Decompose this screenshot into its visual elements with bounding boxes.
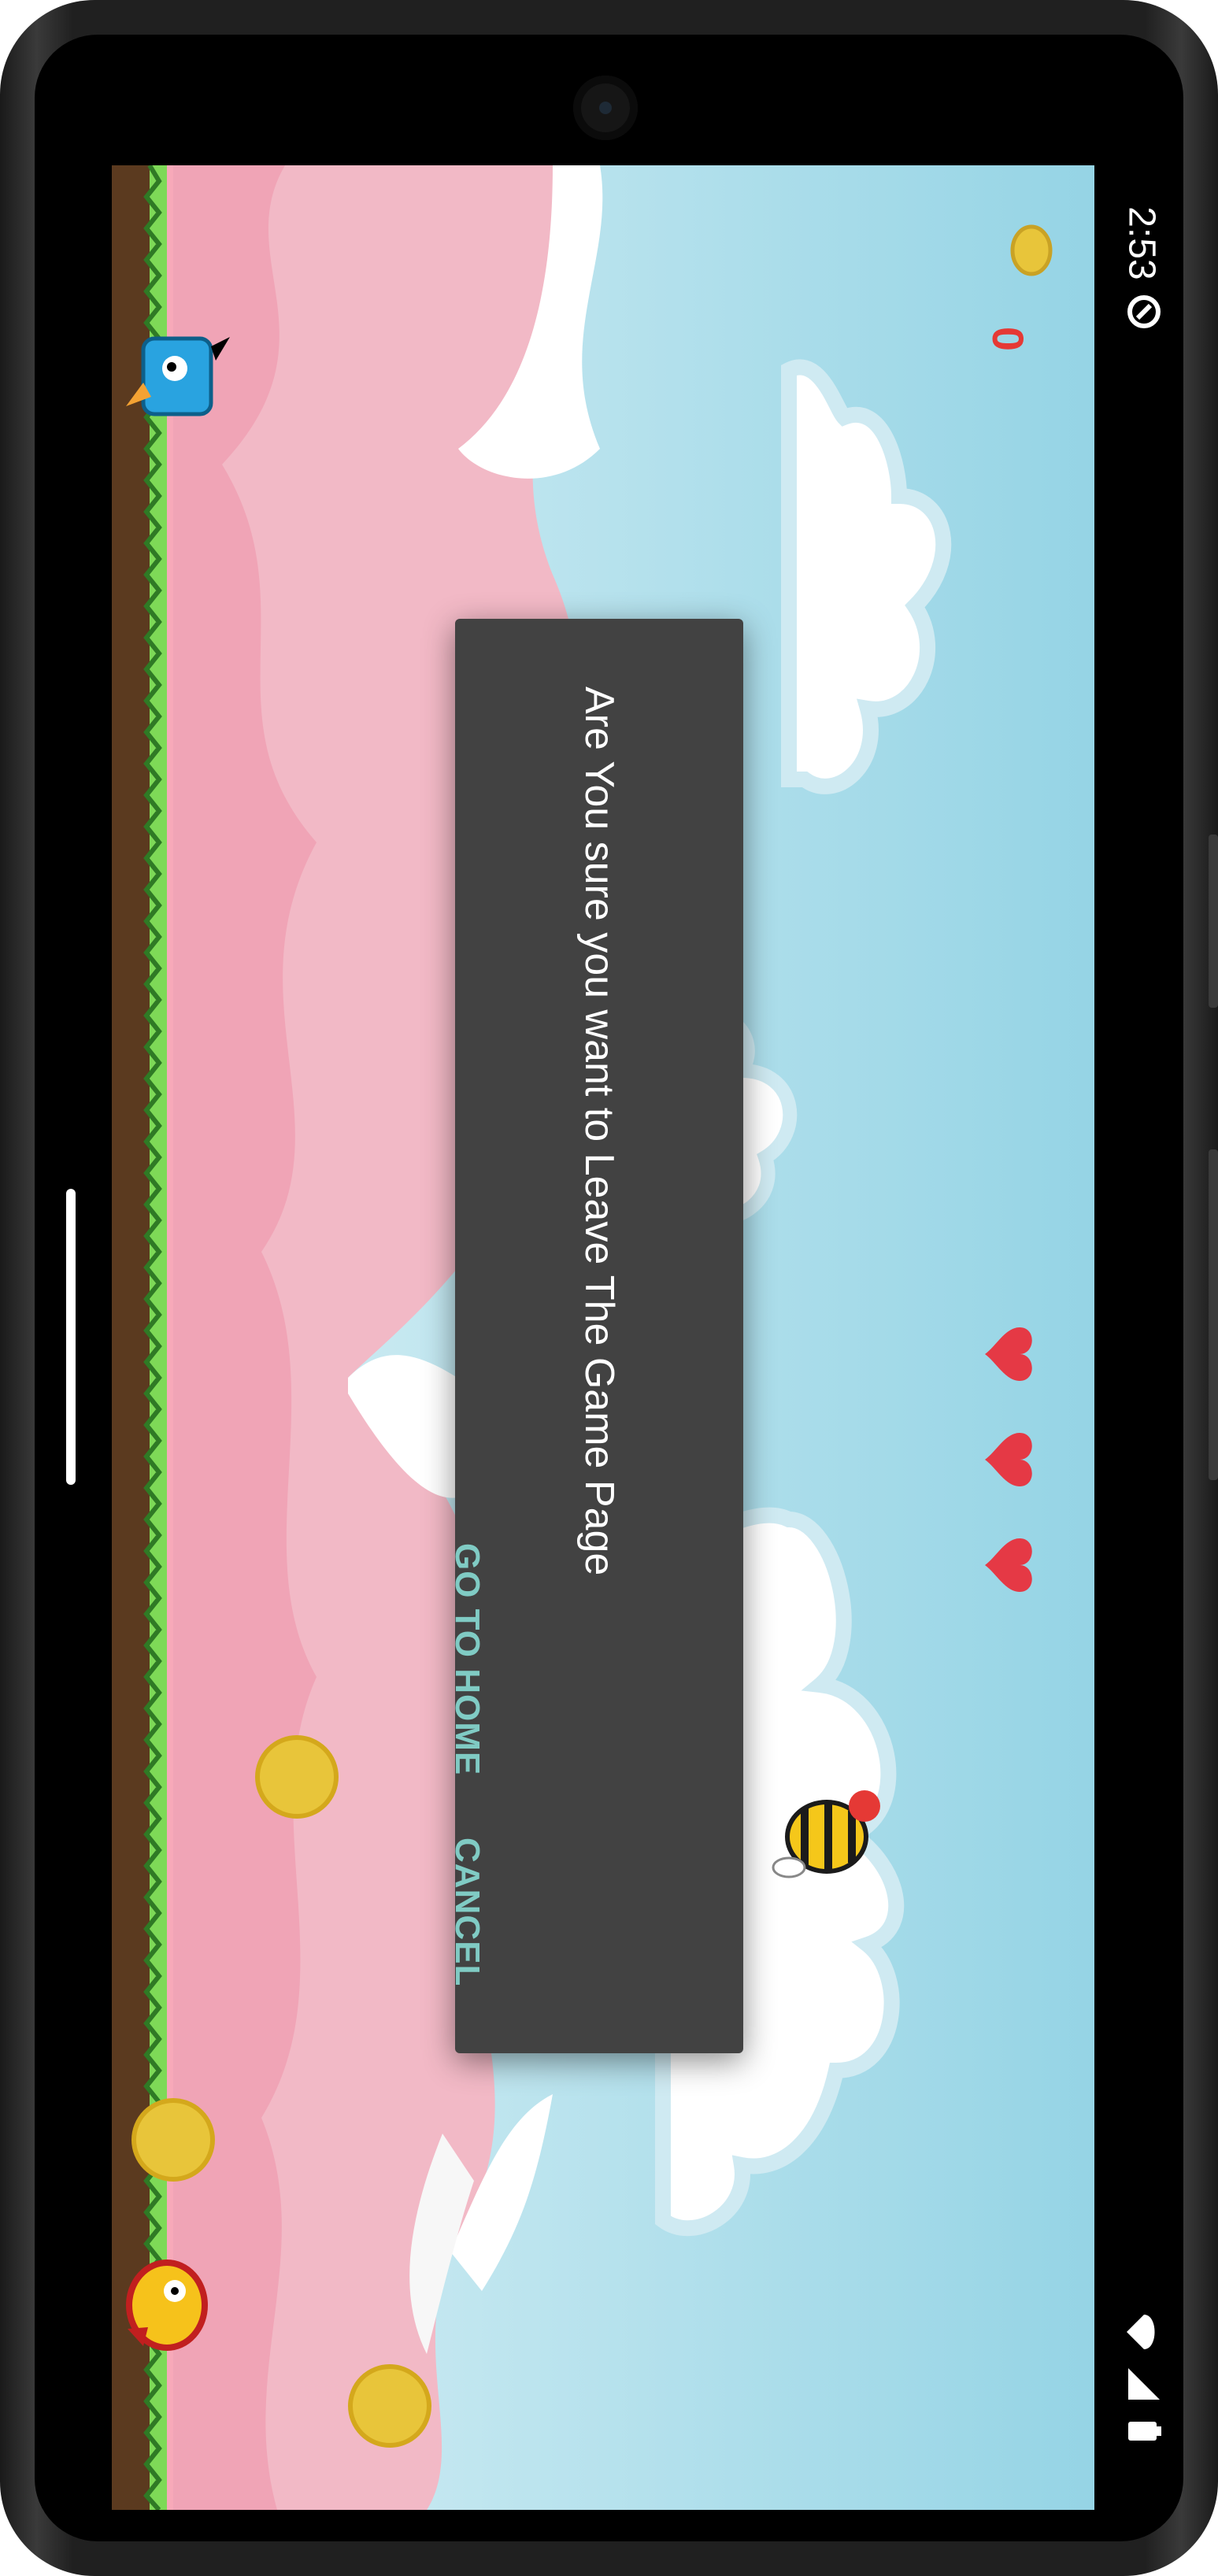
navigation-pill[interactable] (66, 1189, 76, 1485)
battery-icon (1128, 2422, 1161, 2441)
coin-count: 0 (983, 326, 1034, 352)
status-bar: 2:53 (1098, 157, 1185, 2511)
gear-icon (1127, 295, 1161, 328)
signal-icon (1128, 2368, 1160, 2400)
cancel-button[interactable]: CANCEL (448, 1838, 635, 1986)
power-button (1209, 1149, 1218, 1480)
go-to-home-button[interactable]: GO TO HOME (448, 1543, 719, 1775)
volume-button (1209, 835, 1218, 1008)
front-camera (573, 76, 638, 140)
wifi-icon (1127, 2315, 1155, 2349)
